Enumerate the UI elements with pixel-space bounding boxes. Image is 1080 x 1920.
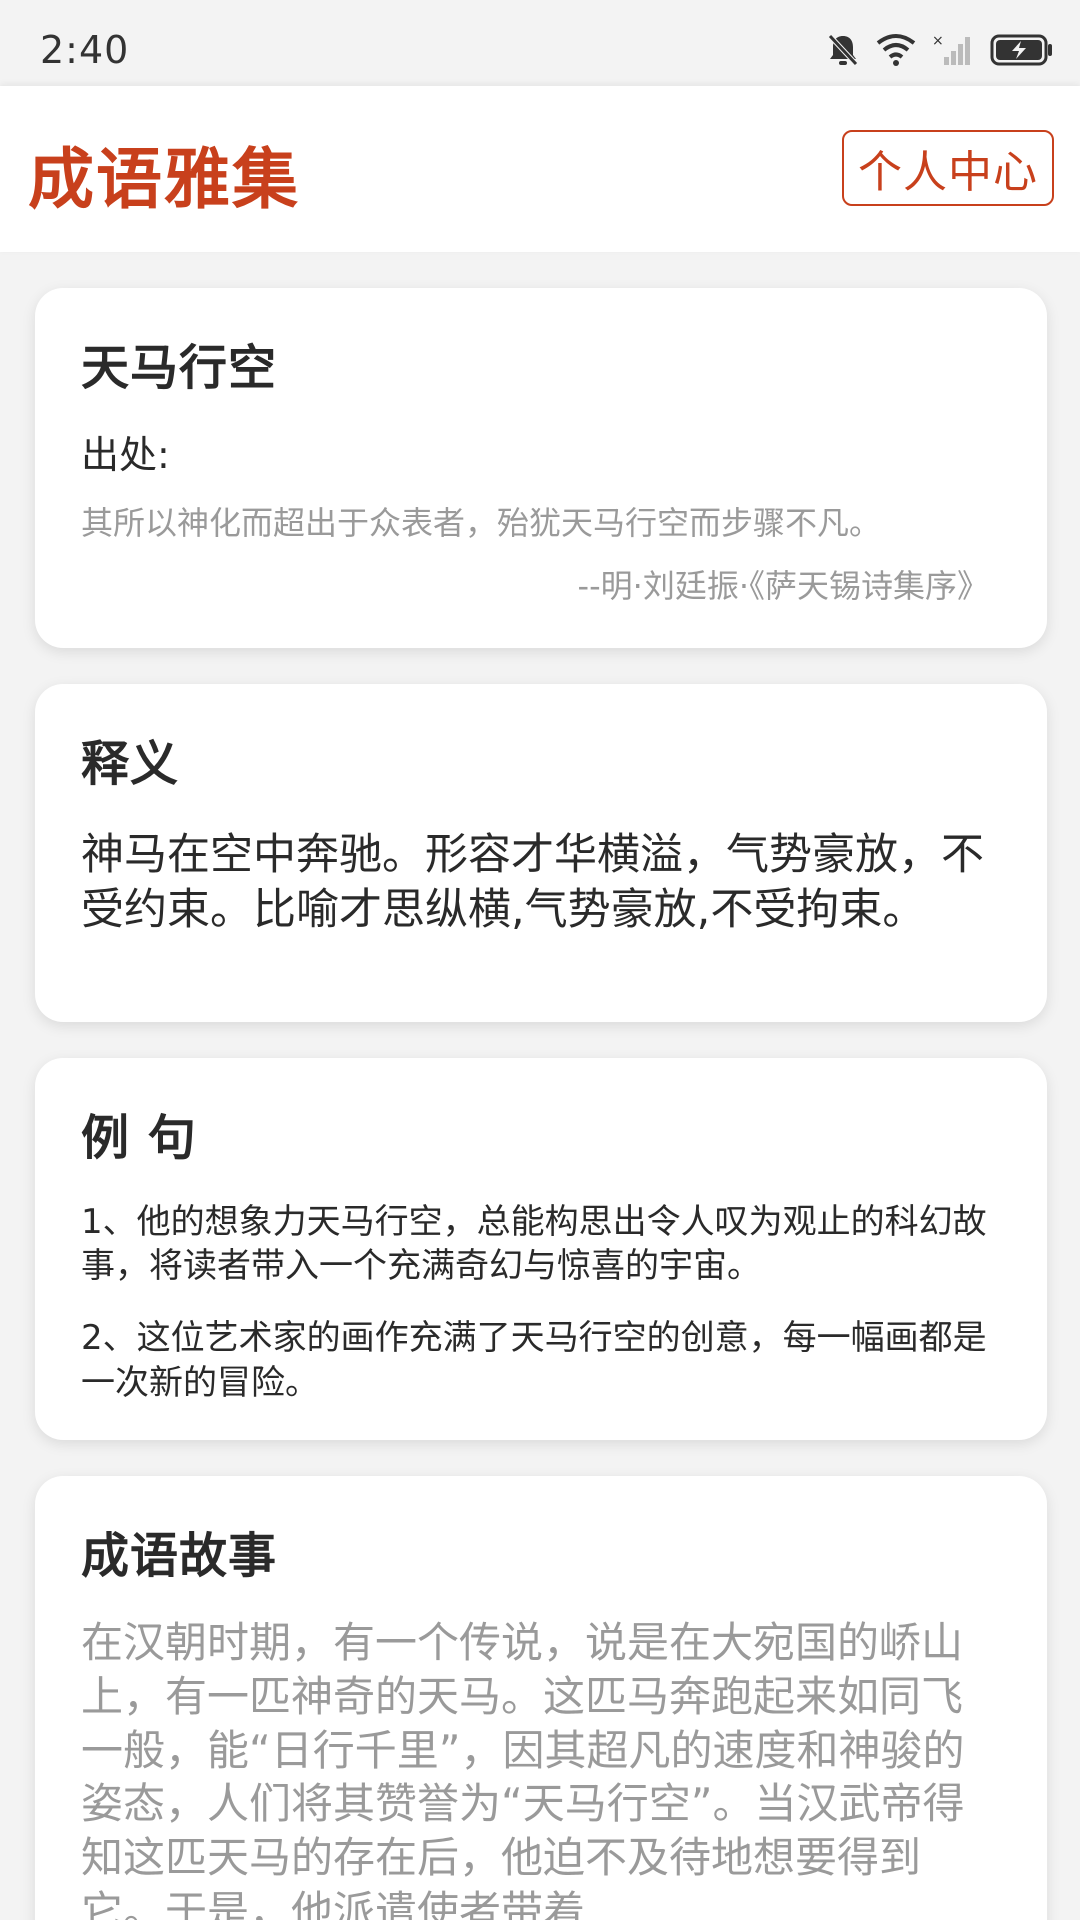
story-text: 在汉朝时期，有一个传说，说是在大宛国的峤山上，有一匹神奇的天马。这匹马奔跑起来如…	[81, 1618, 965, 1920]
idiom-detail-content[interactable]: 天马行空 出处: 其所以神化而超出于众表者，殆犹天马行空而步骤不凡。 --明·刘…	[0, 252, 1080, 1920]
origin-label: 出处:	[81, 433, 170, 477]
app-title: 成语雅集	[28, 141, 300, 218]
meaning-heading: 释义	[81, 736, 180, 792]
meaning-card: 释义 神马在空中奔驰。形容才华横溢，气势豪放，不受约束。比喻才思纵横,气势豪放,…	[35, 684, 1047, 1022]
examples-heading: 例 句	[81, 1110, 197, 1166]
origin-source: --明·刘廷振·《萨天锡诗集序》	[577, 566, 989, 605]
origin-quote: 其所以神化而超出于众表者，殆犹天马行空而步骤不凡。	[81, 504, 882, 542]
status-time: 2:40	[40, 28, 130, 72]
example-item-1: 1、他的想象力天马行空，总能构思出令人叹为观止的科幻故事，将读者带入一个充满奇幻…	[81, 1202, 987, 1287]
examples-list: 1、他的想象力天马行空，总能构思出令人叹为观止的科幻故事，将读者带入一个充满奇幻…	[81, 1200, 1001, 1405]
profile-button[interactable]: 个人中心	[842, 130, 1054, 206]
story-heading: 成语故事	[81, 1528, 278, 1584]
example-item-2: 2、这位艺术家的画作充满了天马行空的创意，每一幅画都是一次新的冒险。	[81, 1318, 987, 1403]
cell-signal-icon: ×	[932, 33, 974, 67]
idiom-name: 天马行空	[81, 340, 278, 396]
status-bar: 2:40 ×	[0, 0, 1080, 86]
wifi-icon	[876, 33, 916, 67]
examples-card: 例 句 1、他的想象力天马行空，总能构思出令人叹为观止的科幻故事，将读者带入一个…	[35, 1058, 1047, 1440]
battery-charging-icon	[990, 33, 1054, 67]
app-header: 成语雅集 个人中心	[0, 86, 1080, 252]
story-card: 成语故事 在汉朝时期，有一个传说，说是在大宛国的峤山上，有一匹神奇的天马。这匹马…	[35, 1476, 1047, 1920]
meaning-text: 神马在空中奔驰。形容才华横溢，气势豪放，不受约束。比喻才思纵横,气势豪放,不受拘…	[81, 830, 984, 936]
bell-muted-icon	[826, 32, 860, 68]
idiom-origin-card: 天马行空 出处: 其所以神化而超出于众表者，殆犹天马行空而步骤不凡。 --明·刘…	[35, 288, 1047, 648]
svg-text:×: ×	[932, 33, 944, 49]
status-icons: ×	[826, 28, 1054, 72]
